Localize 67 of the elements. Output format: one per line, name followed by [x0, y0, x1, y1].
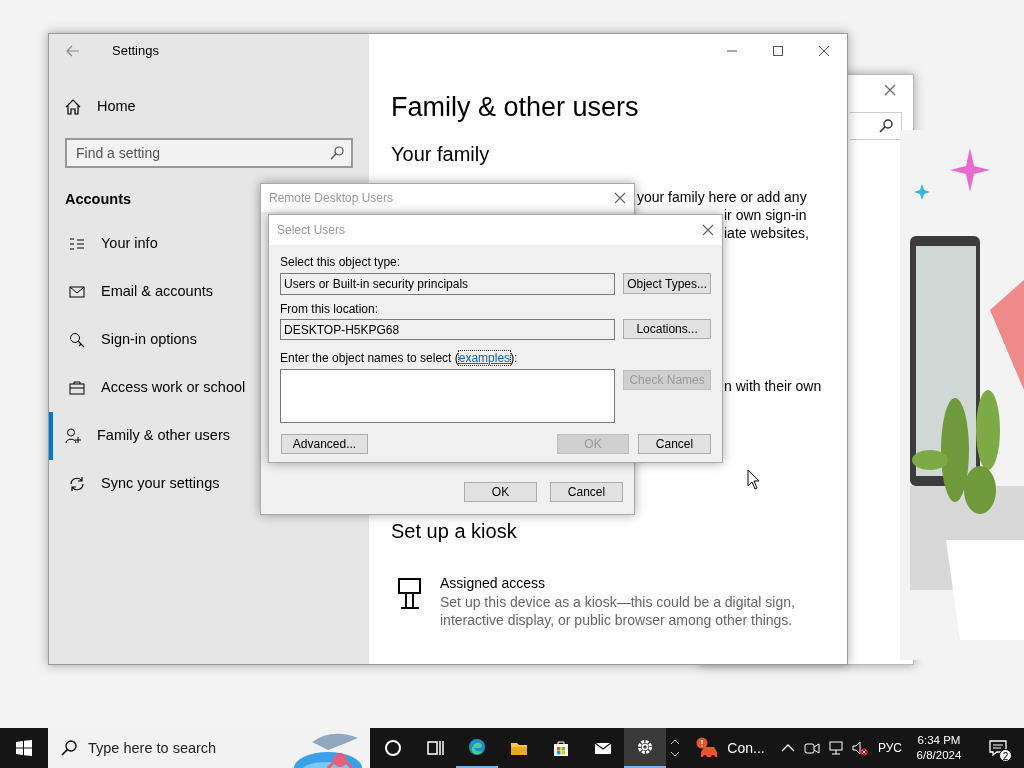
briefcase-icon: [69, 380, 85, 396]
home-link[interactable]: Home: [49, 83, 369, 131]
circle-icon: [384, 739, 402, 757]
speaker-icon[interactable]: [852, 740, 868, 756]
search-field[interactable]: Find a setting: [65, 138, 353, 168]
close-icon[interactable]: [819, 45, 829, 56]
section-heading: Set up a kiosk: [391, 519, 518, 544]
page-title: Family & other users: [391, 91, 640, 124]
close-icon[interactable]: [884, 84, 896, 96]
ok-button[interactable]: OK: [464, 482, 537, 502]
scroll-down-icon[interactable]: [671, 752, 679, 757]
car-warning-icon: [695, 737, 720, 759]
dialog-title: Remote Desktop Users: [269, 190, 394, 207]
windows-logo-icon: [16, 740, 32, 756]
action-center-button[interactable]: 2: [978, 728, 1018, 768]
nav-item[interactable]: Sync your settings: [49, 460, 369, 508]
language-indicator[interactable]: РУС: [872, 728, 908, 768]
sync-icon: [69, 476, 85, 492]
taskbar-app-button[interactable]: [624, 728, 666, 768]
browser-icon: [468, 738, 486, 756]
close-icon[interactable]: [702, 224, 714, 236]
task-view-icon: [426, 739, 444, 757]
clock-time[interactable]: 6:34 PM: [908, 733, 970, 748]
text-fragment: n with their own: [724, 378, 822, 394]
field-label: Select this object type:: [280, 255, 402, 269]
cancel-button[interactable]: Cancel: [550, 482, 623, 502]
text-fragment: ir own sign-in: [724, 207, 807, 223]
section-heading: Your family: [391, 142, 491, 167]
names-input[interactable]: [280, 369, 616, 423]
maximize-icon[interactable]: [773, 45, 783, 56]
envelope-icon: [69, 284, 85, 300]
item-description: Set up this device as a kiosk—this could be a digital sign, interactive display, or public browser among other things.: [440, 593, 796, 629]
locations-button[interactable]: Locations...: [623, 319, 711, 339]
item-title: Assigned access: [440, 574, 547, 593]
contact-card-icon: [69, 236, 85, 252]
text-field[interactable]: DESKTOP-H5KPG68: [280, 319, 616, 340]
person-add-icon: [65, 428, 81, 444]
search-icon: [330, 146, 344, 160]
key-icon: [69, 332, 85, 348]
examples-link[interactable]: examples: [458, 351, 511, 365]
close-icon[interactable]: [614, 192, 626, 204]
shopping-bag-icon: [552, 739, 570, 757]
window-title: Settings: [112, 41, 159, 60]
gear-icon: [636, 738, 654, 756]
notification-button[interactable]: Con...: [684, 728, 776, 768]
network-icon[interactable]: [828, 740, 844, 756]
field-label: Enter the object names to select (examples):: [280, 351, 519, 365]
notification-count-badge: 2: [999, 749, 1012, 762]
kiosk-icon: [398, 578, 422, 610]
dialog-title: Select Users: [277, 222, 346, 239]
back-arrow-icon[interactable]: [66, 44, 80, 57]
text-fragment: your family here or add any: [637, 189, 807, 205]
section-heading: Accounts: [65, 190, 132, 210]
search-icon: [879, 119, 893, 133]
cancel-button[interactable]: Cancel: [638, 434, 711, 454]
mouse-pointer-icon: [747, 469, 761, 491]
text-fragment: iate websites,: [724, 225, 809, 241]
nav-item[interactable]: Access work or school: [49, 364, 369, 412]
object-types-button[interactable]: Object Types...: [623, 273, 711, 294]
search-icon: [61, 740, 77, 756]
scroll-up-icon[interactable]: [671, 739, 679, 744]
camera-icon[interactable]: [804, 740, 820, 756]
text-field[interactable]: Users or Built-in security principals: [280, 273, 616, 295]
clock-date[interactable]: 6/8/2024: [908, 748, 970, 763]
field-label: From this location:: [280, 302, 380, 316]
advanced-button[interactable]: Advanced...: [281, 434, 368, 454]
home-icon: [65, 99, 81, 115]
